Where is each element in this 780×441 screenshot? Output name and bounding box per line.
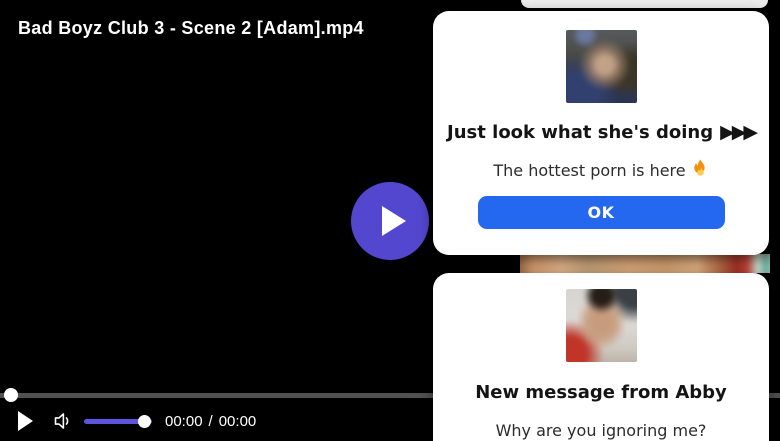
popup-heading: Just look what she's doing ▶▶▶: [433, 120, 769, 145]
play-icon: [17, 411, 33, 431]
volume-handle[interactable]: [138, 415, 151, 428]
duration: 00:00: [219, 413, 257, 430]
fire-icon: [692, 159, 709, 182]
popup-card-partial[interactable]: [521, 0, 768, 8]
volume-button[interactable]: [52, 411, 73, 431]
background-ad-image[interactable]: [520, 254, 770, 273]
time-display: 00:00 / 00:00: [165, 413, 256, 430]
video-page: Bad Boyz Club 3 - Scene 2 [Adam].mp4 00:…: [0, 0, 780, 441]
popup-body: The hottest porn is here: [433, 159, 769, 182]
triple-play-arrows-icon: ▶▶▶: [720, 121, 755, 143]
popup-thumbnail[interactable]: [566, 30, 637, 103]
player-controls: 00:00 / 00:00: [0, 404, 430, 438]
popup-heading-text: Just look what she's doing: [447, 122, 713, 143]
play-button[interactable]: [17, 411, 33, 431]
big-play-button[interactable]: [351, 182, 429, 260]
popup-body: Why are you ignoring me?: [433, 420, 769, 441]
ok-button[interactable]: OK: [478, 196, 725, 229]
ad-image: [520, 254, 770, 273]
volume-slider[interactable]: [84, 419, 152, 424]
current-time: 00:00: [165, 413, 203, 430]
thumbnail-image: [566, 30, 637, 103]
video-title: Bad Boyz Club 3 - Scene 2 [Adam].mp4: [18, 18, 364, 39]
play-icon: [382, 206, 406, 236]
popup-body-text: The hottest porn is here: [493, 160, 685, 182]
popup-heading: New message from Abby: [433, 381, 769, 405]
popup-message-card[interactable]: New message from Abby Why are you ignori…: [433, 273, 769, 441]
time-separator: /: [209, 413, 213, 430]
popup-thumbnail[interactable]: [566, 289, 637, 362]
progress-handle[interactable]: [4, 388, 18, 402]
popup-ad-card[interactable]: Just look what she's doing ▶▶▶ The hottes…: [433, 11, 769, 255]
volume-icon: [52, 411, 73, 431]
thumbnail-image: [566, 289, 637, 362]
